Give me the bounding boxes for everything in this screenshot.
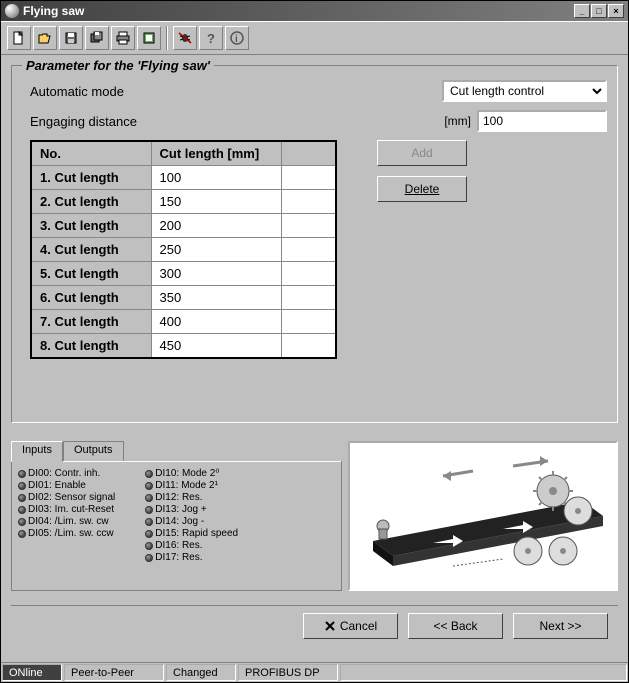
- led-icon: [18, 518, 26, 526]
- io-item: DI05: /Lim. sw. ccw: [18, 528, 115, 539]
- io-item: DI14: Jog -: [145, 516, 238, 527]
- status-changed: Changed: [166, 664, 236, 681]
- io-item: DI13: Jog +: [145, 504, 238, 515]
- help-icon[interactable]: ?: [199, 26, 223, 50]
- status-peer: Peer-to-Peer: [64, 664, 164, 681]
- toolbar: ? i: [1, 21, 628, 55]
- io-tabs: Inputs Outputs: [11, 441, 342, 461]
- distance-unit: [mm]: [444, 114, 471, 128]
- window-title: Flying saw: [23, 4, 574, 18]
- led-icon: [18, 494, 26, 502]
- mode-label: Automatic mode: [30, 84, 230, 99]
- minimize-button[interactable]: _: [574, 4, 590, 18]
- table-row[interactable]: 3. Cut length200: [31, 214, 336, 238]
- io-item: DI10: Mode 2⁰: [145, 468, 238, 479]
- info-icon[interactable]: i: [225, 26, 249, 50]
- io-item: DI15: Rapid speed: [145, 528, 238, 539]
- distance-label: Engaging distance: [30, 114, 230, 129]
- status-online: ONline: [2, 664, 62, 681]
- led-icon: [18, 506, 26, 514]
- toolbar-separator: [166, 26, 168, 50]
- new-file-icon[interactable]: [7, 26, 31, 50]
- tab-inputs[interactable]: Inputs: [11, 441, 63, 462]
- distance-input[interactable]: [477, 110, 607, 132]
- led-icon: [145, 482, 153, 490]
- svg-text:?: ?: [207, 31, 215, 45]
- table-row[interactable]: 6. Cut length350: [31, 286, 336, 310]
- led-icon: [145, 554, 153, 562]
- led-icon: [18, 470, 26, 478]
- illustration-panel: [348, 441, 618, 591]
- next-button[interactable]: Next >>: [513, 613, 608, 639]
- table-row[interactable]: 8. Cut length450: [31, 334, 336, 359]
- open-icon[interactable]: [33, 26, 57, 50]
- io-column-1: DI00: Contr. inh. DI01: Enable DI02: Sen…: [18, 468, 115, 564]
- led-icon: [18, 482, 26, 490]
- print-icon[interactable]: [111, 26, 135, 50]
- status-bus: PROFIBUS DP: [238, 664, 338, 681]
- table-row[interactable]: 5. Cut length300: [31, 262, 336, 286]
- io-column-2: DI10: Mode 2⁰ DI11: Mode 2¹ DI12: Res. D…: [145, 468, 238, 564]
- app-icon: [5, 4, 19, 18]
- content-area: Parameter for the 'Flying saw' Automatic…: [1, 55, 628, 662]
- cut-length-table: No. Cut length [mm] 1. Cut length100 2. …: [30, 140, 337, 359]
- module-icon[interactable]: [137, 26, 161, 50]
- save-icon[interactable]: [59, 26, 83, 50]
- cancel-button[interactable]: Cancel: [303, 613, 398, 639]
- io-item: DI11: Mode 2¹: [145, 480, 238, 491]
- status-empty: [340, 664, 627, 681]
- mode-select[interactable]: Cut length control: [442, 80, 607, 102]
- io-item: DI01: Enable: [18, 480, 115, 491]
- io-item: DI17: Res.: [145, 552, 238, 563]
- table-row[interactable]: 2. Cut length150: [31, 190, 336, 214]
- groupbox-title: Parameter for the 'Flying saw': [22, 58, 214, 73]
- table-row[interactable]: 7. Cut length400: [31, 310, 336, 334]
- led-icon: [145, 530, 153, 538]
- io-item: DI00: Contr. inh.: [18, 468, 115, 479]
- io-item: DI12: Res.: [145, 492, 238, 503]
- add-button[interactable]: Add: [377, 140, 467, 166]
- io-panel: DI00: Contr. inh. DI01: Enable DI02: Sen…: [11, 461, 342, 591]
- svg-text:i: i: [235, 34, 238, 45]
- nav-button-row: Cancel << Back Next >>: [11, 605, 618, 645]
- led-icon: [18, 530, 26, 538]
- tab-outputs[interactable]: Outputs: [63, 441, 124, 461]
- bottom-panel: Inputs Outputs DI00: Contr. inh. DI01: E…: [11, 441, 618, 591]
- back-button[interactable]: << Back: [408, 613, 503, 639]
- close-button[interactable]: ×: [608, 4, 624, 18]
- led-icon: [145, 518, 153, 526]
- table-header-cutlen: Cut length [mm]: [151, 141, 281, 166]
- table-row[interactable]: 1. Cut length100: [31, 166, 336, 190]
- titlebar: Flying saw _ □ ×: [1, 1, 628, 21]
- io-item: DI16: Res.: [145, 540, 238, 551]
- parameter-groupbox: Parameter for the 'Flying saw' Automatic…: [11, 65, 618, 423]
- table-header-no: No.: [31, 141, 151, 166]
- statusbar: ONline Peer-to-Peer Changed PROFIBUS DP: [1, 662, 628, 682]
- led-icon: [145, 506, 153, 514]
- io-item: DI04: /Lim. sw. cw: [18, 516, 115, 527]
- io-item: DI03: Im. cut-Reset: [18, 504, 115, 515]
- app-window: Flying saw _ □ × ? i Parameter for the '…: [0, 0, 629, 683]
- save-all-icon[interactable]: [85, 26, 109, 50]
- led-icon: [145, 470, 153, 478]
- bug-icon[interactable]: [173, 26, 197, 50]
- led-icon: [145, 494, 153, 502]
- delete-button[interactable]: Delete: [377, 176, 467, 202]
- led-icon: [145, 542, 153, 550]
- maximize-button[interactable]: □: [591, 4, 607, 18]
- io-item: DI02: Sensor signal: [18, 492, 115, 503]
- table-header-empty: [281, 141, 336, 166]
- table-row[interactable]: 4. Cut length250: [31, 238, 336, 262]
